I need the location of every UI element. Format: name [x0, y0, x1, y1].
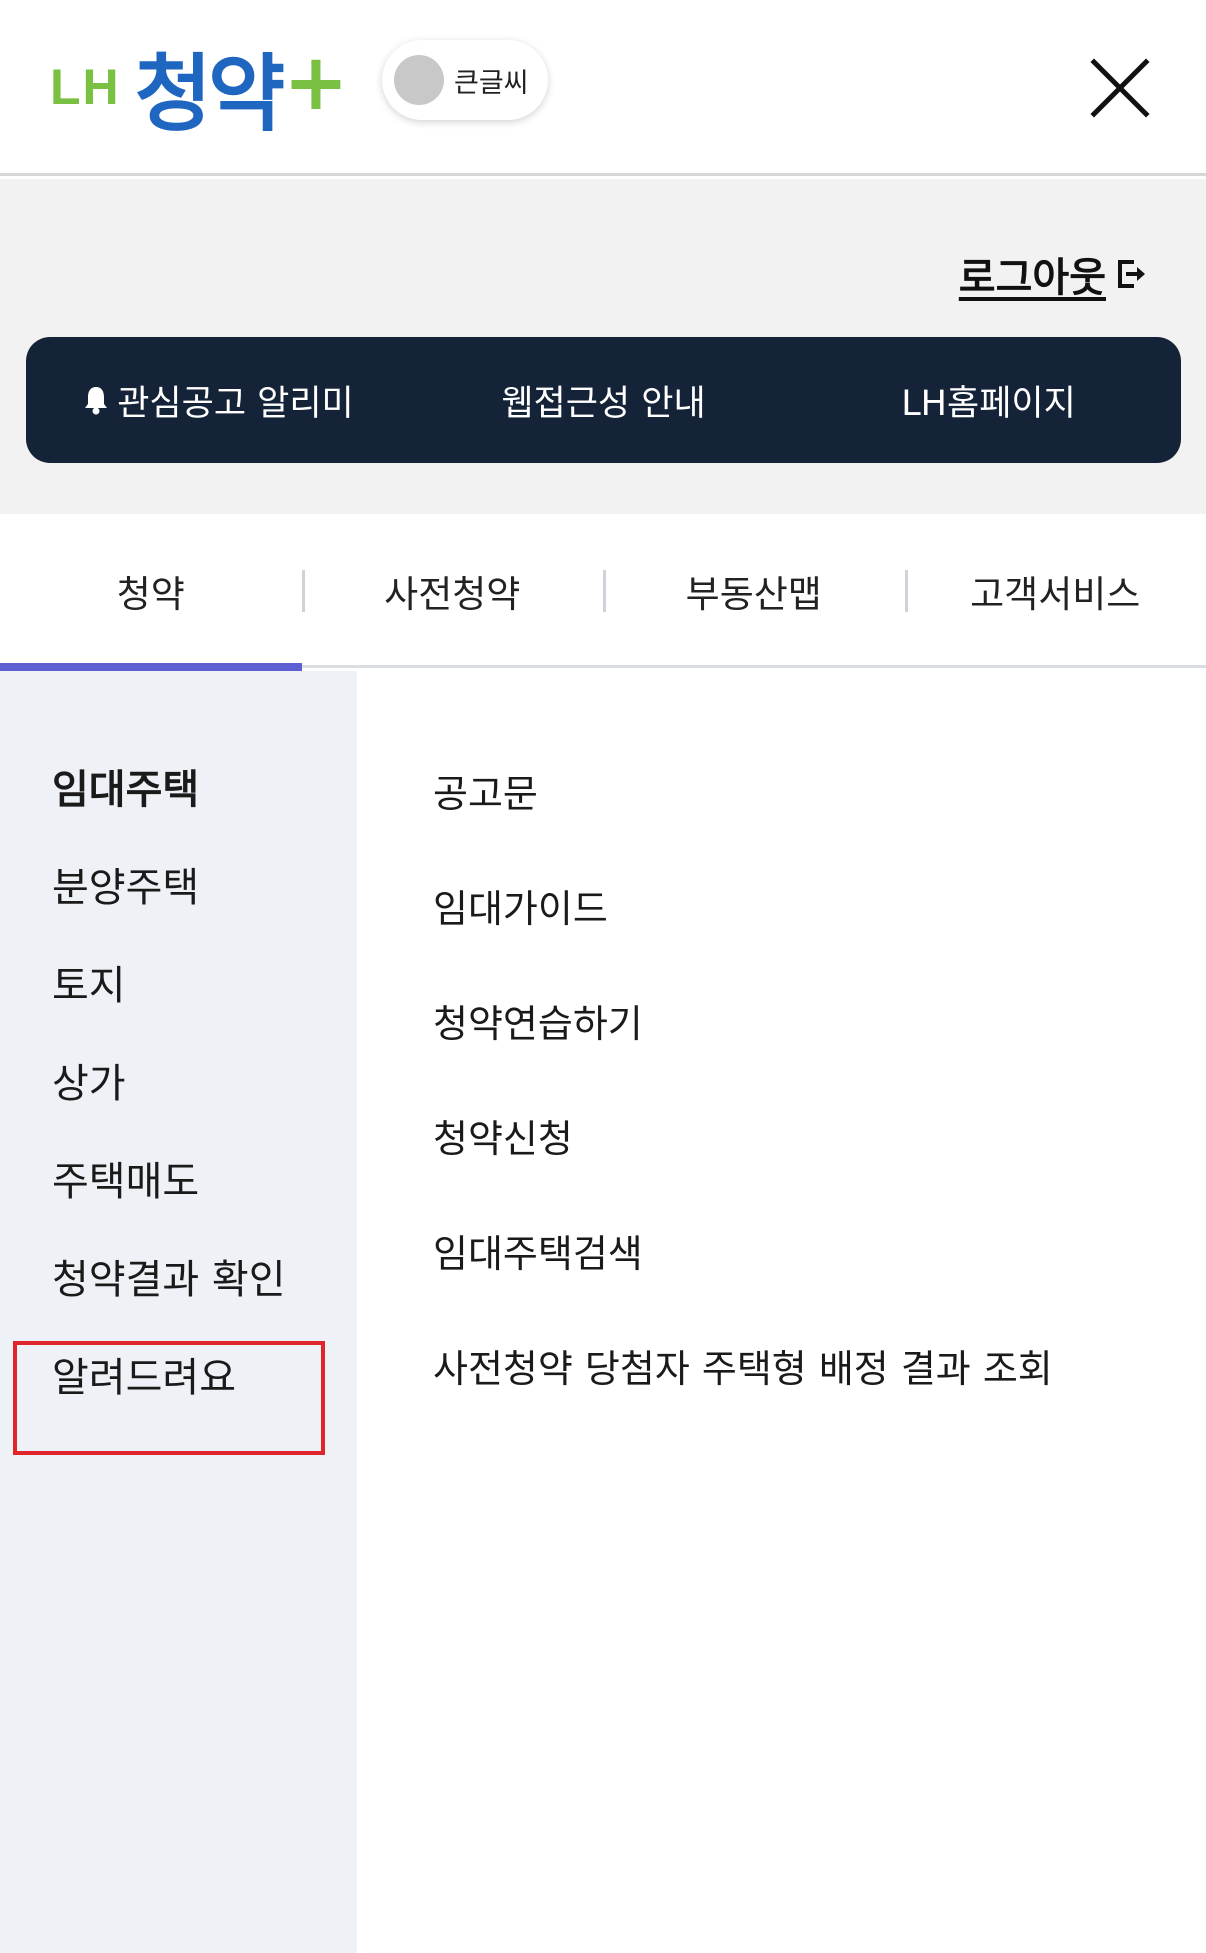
large-font-label: 큰글씨: [454, 67, 529, 99]
submenu-pre-winner-result[interactable]: 사전청약 당첨자 주택형 배정 결과 조회: [433, 1338, 1053, 1393]
close-button[interactable]: [1080, 48, 1160, 128]
highlight-box: [13, 1341, 325, 1455]
tab-label: 사전청약: [384, 573, 521, 616]
toggle-knob: [394, 55, 444, 105]
header: LH 청약 + 큰글씨: [0, 0, 1206, 176]
quick-link-label: 웹접근성 안내: [501, 383, 706, 424]
account-area: 로그아웃 관심공고 알리미 웹접근성 안내 LH홈페이지: [0, 179, 1206, 514]
submenu-apply[interactable]: 청약신청: [433, 1108, 573, 1163]
quick-link-alert[interactable]: 관심공고 알리미: [26, 375, 411, 426]
logout-link[interactable]: 로그아웃: [959, 245, 1150, 303]
logo-plus-icon: +: [283, 38, 349, 128]
logo-lh-text: LH: [50, 59, 121, 115]
tab-label: 고객서비스: [970, 573, 1141, 616]
quick-link-lh-home[interactable]: LH홈페이지: [796, 375, 1181, 426]
submenu-practice[interactable]: 청약연습하기: [433, 993, 643, 1048]
submenu: 공고문 임대가이드 청약연습하기 청약신청 임대주택검색 사전청약 당첨자 주택…: [357, 671, 1206, 1953]
bell-icon: [85, 387, 108, 415]
tab-real-estate-map[interactable]: 부동산맵: [603, 514, 905, 668]
lh-logo[interactable]: LH 청약 +: [50, 36, 349, 136]
submenu-notice[interactable]: 공고문: [433, 763, 538, 818]
tab-label: 부동산맵: [685, 573, 822, 616]
logout-label: 로그아웃: [958, 255, 1106, 301]
logout-icon: [1118, 260, 1145, 288]
submenu-rental-search[interactable]: 임대주택검색: [433, 1223, 643, 1278]
close-icon: [1090, 58, 1150, 118]
submenu-rental-guide[interactable]: 임대가이드: [433, 878, 608, 933]
category-rental-housing[interactable]: 임대주택: [52, 757, 199, 815]
large-font-toggle[interactable]: 큰글씨: [382, 40, 548, 120]
tab-label: 청약: [116, 573, 185, 616]
category-land[interactable]: 토지: [52, 953, 126, 1011]
quick-link-label: LH홈페이지: [901, 383, 1076, 424]
category-result-check[interactable]: 청약결과 확인: [52, 1247, 286, 1305]
quick-link-accessibility[interactable]: 웹접근성 안내: [411, 375, 796, 426]
tab-customer-service[interactable]: 고객서비스: [904, 514, 1206, 668]
logo-main-text: 청약: [134, 45, 286, 143]
category-housing-sale[interactable]: 주택매도: [52, 1149, 199, 1207]
tab-subscription[interactable]: 청약: [0, 514, 302, 671]
category-commercial[interactable]: 상가: [52, 1051, 126, 1109]
tab-pre-subscription[interactable]: 사전청약: [301, 514, 604, 668]
main-tabs: 청약 사전청약 부동산맵 고객서비스: [0, 514, 1206, 671]
category-menu: 임대주택 분양주택 토지 상가 주택매도 청약결과 확인 알려드려요: [0, 671, 357, 1953]
quick-links-bar: 관심공고 알리미 웹접근성 안내 LH홈페이지: [26, 337, 1181, 463]
quick-link-label: 관심공고 알리미: [117, 383, 354, 424]
category-sale-housing[interactable]: 분양주택: [52, 855, 199, 913]
